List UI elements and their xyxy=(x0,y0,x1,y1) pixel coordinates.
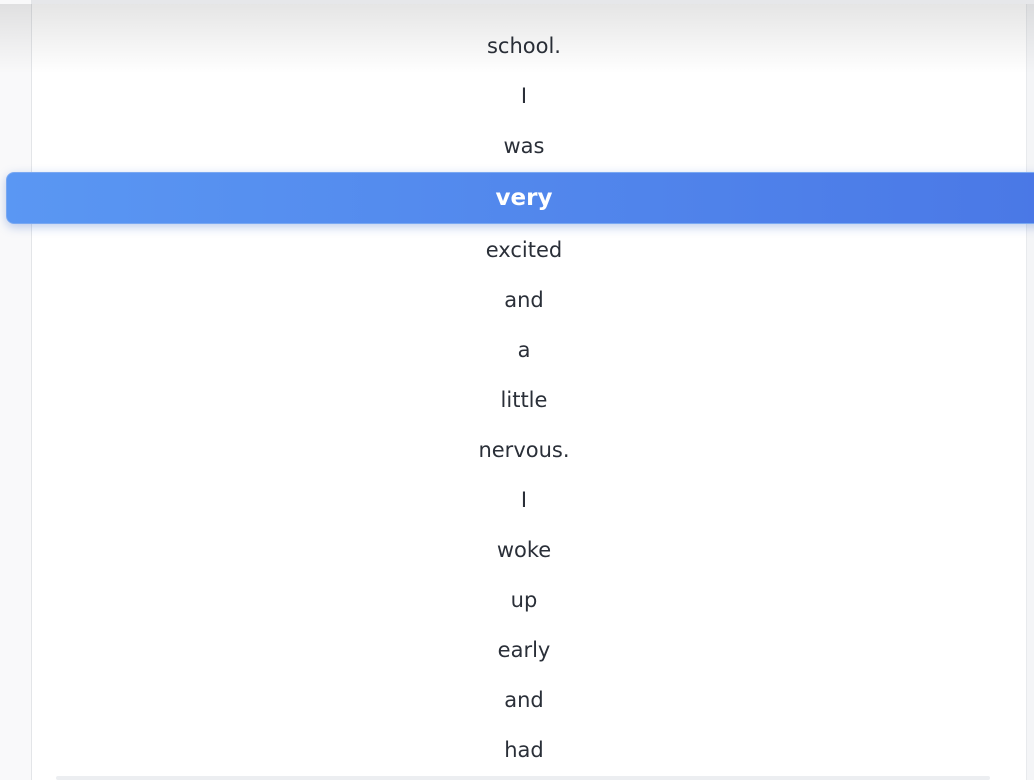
word-item: had xyxy=(504,738,544,762)
word-item: little xyxy=(500,388,548,412)
word-item: nervous. xyxy=(478,438,570,462)
word-list: school. I was excited and a little nervo… xyxy=(32,0,1016,780)
bottom-edge xyxy=(56,776,990,780)
word-item: early xyxy=(497,638,551,662)
word-item: school. xyxy=(486,34,561,58)
word-item: excited xyxy=(485,238,563,262)
left-rail xyxy=(0,0,32,780)
current-word: very xyxy=(495,185,553,211)
word-item: woke xyxy=(496,538,552,562)
word-reader-page: school. I was excited and a little nervo… xyxy=(0,0,1034,780)
word-item: and xyxy=(504,688,544,712)
word-item: I xyxy=(520,84,528,108)
word-item: I xyxy=(520,488,528,512)
word-item: was xyxy=(503,134,545,158)
word-item: and xyxy=(504,288,544,312)
word-item: up xyxy=(510,588,538,612)
word-item: a xyxy=(517,338,531,362)
